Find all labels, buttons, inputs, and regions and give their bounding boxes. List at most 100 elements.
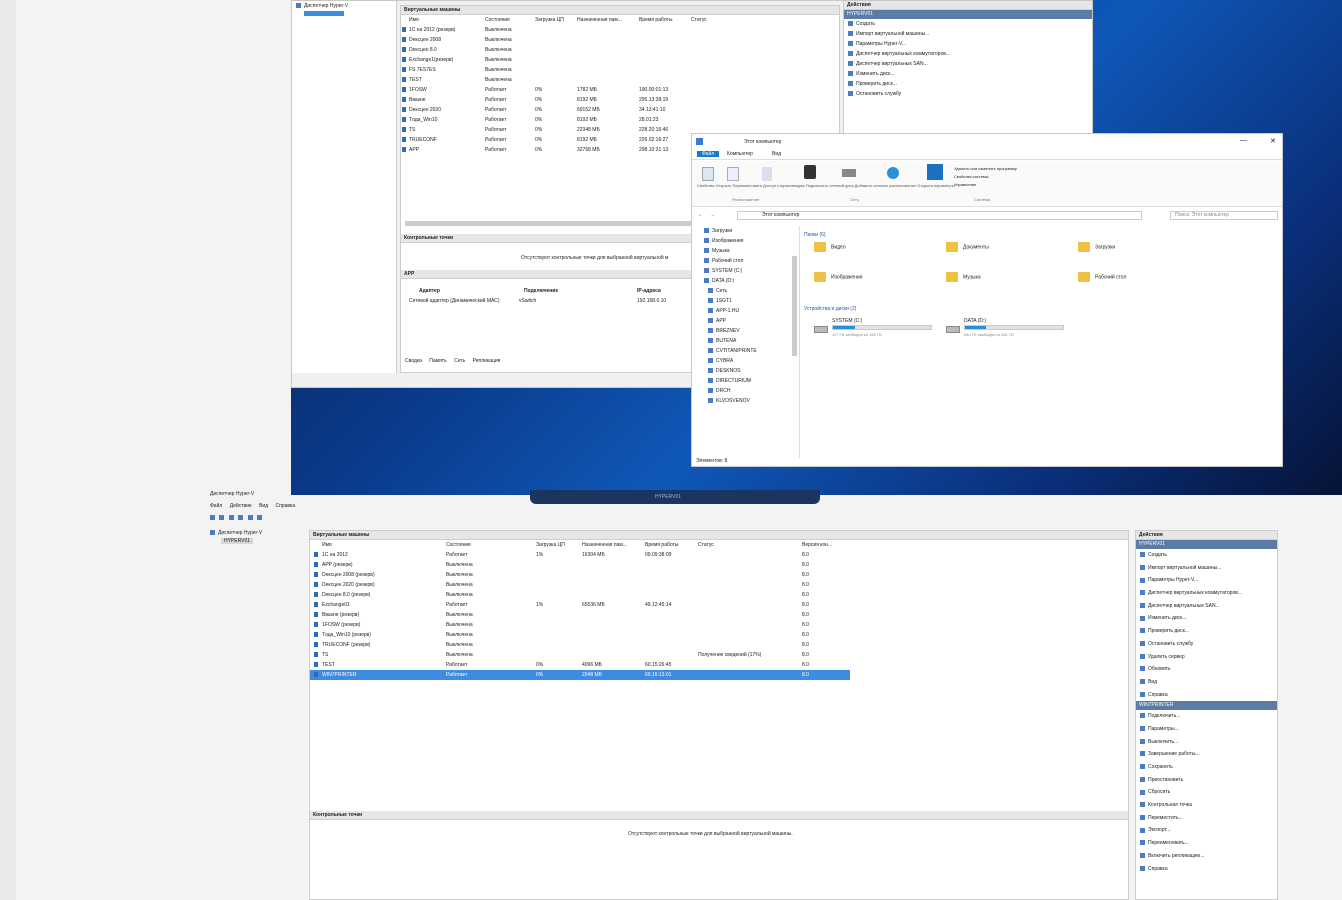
table-row[interactable]: Tода_Win10 Работает 0% 8192 МБ 28.01:23 [401,115,839,125]
network-location-icon[interactable] [887,167,899,179]
folder-item[interactable]: Загрузки [1078,242,1198,252]
table-row[interactable]: Dексцен 2008 (резерв) Выключена 8.0 [310,570,850,580]
table-row[interactable]: TRUECONF (резерв) Выключена 8.0 [310,640,850,650]
network-drive-icon[interactable] [842,169,856,177]
search-box[interactable]: Поиск: Этот компьютер [1170,211,1278,220]
media-icon[interactable] [804,165,816,179]
nav-item[interactable]: CYBRA [692,356,799,366]
rb-uninstall[interactable]: Удалить или изменить программу [954,165,1017,173]
help-icon[interactable] [247,515,253,521]
nav-item[interactable]: Загрузки [692,226,799,236]
folder-item[interactable]: Документы [946,242,1066,252]
action-item[interactable]: Выключить... [1136,736,1277,749]
action-item[interactable]: Контрольная точка [1136,799,1277,812]
folder-item[interactable]: Рабочий стол [1078,272,1198,282]
rb-manage[interactable]: Управление [954,181,1017,189]
action-item[interactable]: Создать [1136,549,1277,562]
drive-item[interactable]: SYSTEM (C:) 117 ГБ свободно из 150 ГБ [814,318,944,346]
table-row[interactable]: Dексцен 2020 Работает 0% 69152 МБ 34.13:41:1… [401,105,839,115]
top-tree-root[interactable]: Диспетчер Hyper-V [292,1,396,11]
table-row[interactable]: Dексцен 8.0 (резерв) Выключена 8.0 [310,590,850,600]
menu-file[interactable]: Файл [210,503,222,509]
rb-netloc[interactable]: Добавить сетевое расположение [855,183,916,188]
action-item[interactable]: Приостановить [1136,774,1277,787]
nav-scrollbar[interactable] [792,256,797,356]
tab-summary[interactable]: Сводка [405,358,422,364]
bottom-col-header[interactable]: Версия кон... [802,540,832,550]
top-col-header[interactable]: Назначенная пам... [577,15,622,25]
nav-item[interactable]: KLVOSVENOV [692,396,799,406]
bottom-actions-sub2[interactable]: WIN7PRINTER [1136,701,1277,711]
action-item[interactable]: Экспорт... [1136,824,1277,837]
action-item[interactable]: Изменить диск... [1136,612,1277,625]
table-row[interactable]: TEST Выключена [401,75,839,85]
action-item[interactable]: Импорт виртуальной машины... [844,29,1092,39]
action-item[interactable]: Создать [844,19,1092,29]
bottom-col-header[interactable]: Время работы [645,540,678,550]
table-row[interactable]: 1FOSW (резерв) Выключена 8.0 [310,620,850,630]
table-row[interactable]: WIN7PRINTER Работает 0% 2048 МБ 60.16:13:01 8… [310,670,850,680]
action-item[interactable]: Импорт виртуальной машины... [1136,562,1277,575]
nav-item[interactable]: APP [692,316,799,326]
action-item[interactable]: Включить репликацию... [1136,850,1277,863]
nav-item[interactable]: DATA (D:) [692,276,799,286]
nav-item[interactable]: SYSTEM (C:) [692,266,799,276]
folder-item[interactable]: Видео [814,242,934,252]
action-item[interactable]: Диспетчер виртуальных SAN... [844,59,1092,69]
top-actions-sub[interactable]: HYPERV01 [844,10,1092,19]
bottom-tree-root[interactable]: Диспетчер Hyper-V [207,528,307,538]
menu-action[interactable]: Действие [230,503,252,509]
table-row[interactable]: Exchange01 Работает 1% 65536 МБ 49.12:45:14 8… [310,600,850,610]
nav-item[interactable]: DIRECTURIUM [692,376,799,386]
action-item[interactable]: Диспетчер виртуальных коммутаторов... [844,49,1092,59]
action-item[interactable]: Остановить службу [1136,638,1277,651]
forward-icon[interactable] [219,515,225,521]
table-row[interactable]: Dексцен 2020 (резерв) Выключена 8.0 [310,580,850,590]
panel-icon[interactable] [256,515,262,521]
action-item[interactable]: Сбросить [1136,786,1277,799]
nav-item[interactable]: 1SGT1 [692,296,799,306]
action-item[interactable]: Проверить диск... [1136,625,1277,638]
properties-icon[interactable] [238,515,244,521]
rb-settings[interactable]: Открыть параметры [917,183,954,188]
top-col-header[interactable]: Имя [409,15,419,25]
action-item[interactable]: Переместить... [1136,812,1277,825]
open-icon[interactable] [727,167,739,181]
nav-item[interactable]: BUTENA [692,336,799,346]
action-item[interactable]: Диспетчер виртуальных SAN... [1136,600,1277,613]
nav-item[interactable]: Музыка [692,246,799,256]
nav-item[interactable]: DESKNOS [692,366,799,376]
top-col-header[interactable]: Время работы [639,15,672,25]
table-row[interactable]: Ввазне Работает 0% 8192 МБ 295.13:38:19 [401,95,839,105]
folder-item[interactable]: Музыка [946,272,1066,282]
rb-properties[interactable]: Свойства [697,183,715,188]
table-row[interactable]: 1С на 2012 Работает 1% 16304 МБ 09.09:38:09 8… [310,550,850,560]
tab-memory[interactable]: Память [429,358,446,364]
tab-network[interactable]: Сеть [454,358,465,364]
rb-system-props[interactable]: Свойства системы [954,173,1017,181]
action-item[interactable]: Диспетчер виртуальных коммутаторов... [1136,587,1277,600]
bottom-col-header[interactable]: Загрузка ЦП [536,540,565,550]
action-item[interactable]: Вид [1136,676,1277,689]
action-item[interactable]: Справка [1136,689,1277,702]
menu-view[interactable]: Вид [259,503,268,509]
table-row[interactable]: Ввазне (резерв) Выключена 8.0 [310,610,850,620]
properties-icon[interactable] [702,167,714,181]
table-row[interactable]: Exchange1(резерв) Выключена [401,55,839,65]
table-row[interactable]: Tода_Win10 (резерв) Выключена 8.0 [310,630,850,640]
ribbon-tab-file[interactable]: Файл [697,151,720,157]
rb-rename[interactable]: Переименовать [733,183,762,188]
back-icon[interactable]: ← [698,212,703,218]
table-row[interactable]: 1FOSW Работает 0% 1782 МБ 190.00:01:13 [401,85,839,95]
back-icon[interactable] [210,515,215,521]
top-col-header[interactable]: Состояние [485,15,510,25]
address-bar[interactable]: Этот компьютер [737,211,1142,220]
nav-item[interactable]: APP-1.HU [692,306,799,316]
top-col-header[interactable]: Загрузка ЦП [535,15,564,25]
table-row[interactable]: TEST Работает 0% 4096 МБ 60.15:26:45 8.0 [310,660,850,670]
top-col-header[interactable]: Статус [691,15,707,25]
bottom-col-header[interactable]: Имя [322,540,332,550]
bottom-actions-sub1[interactable]: HYPERV01 [1136,540,1277,549]
nav-item[interactable]: Сеть [692,286,799,296]
rb-open[interactable]: Открыть [716,183,732,188]
